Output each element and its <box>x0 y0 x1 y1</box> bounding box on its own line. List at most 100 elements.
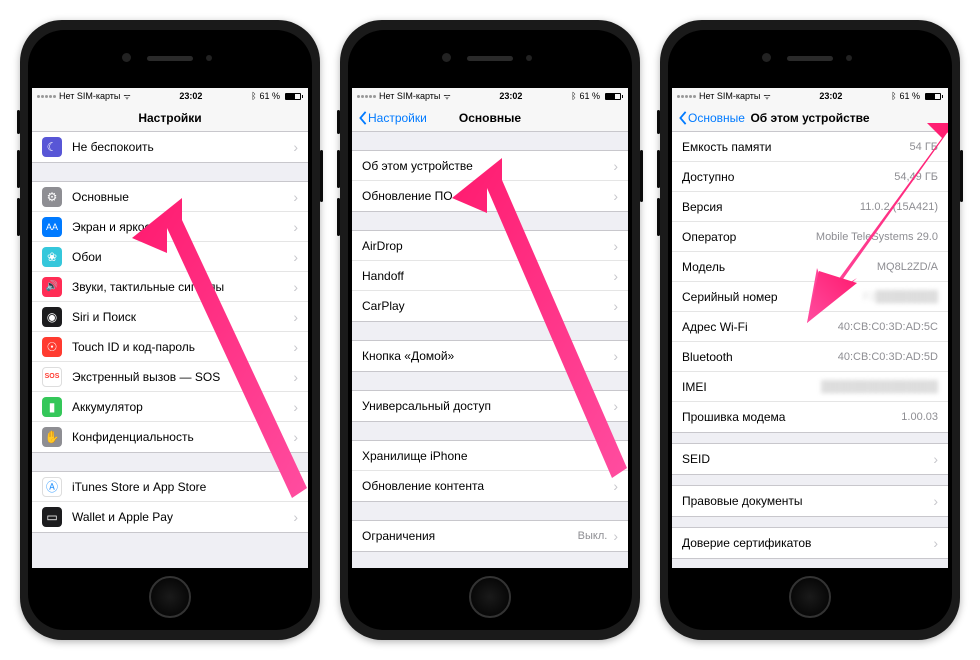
mute-switch <box>337 110 340 134</box>
row-battery[interactable]: ▮ Аккумулятор › <box>32 392 308 422</box>
carrier-text: Нет SIM-карты <box>59 91 120 101</box>
back-button[interactable]: Основные <box>678 111 745 125</box>
screen-3: Нет SIM-карты ᯤ 23:02 ᛒ 61 % Основные <box>672 88 948 568</box>
speaker-grill <box>787 56 833 61</box>
chevron-right-icon: › <box>613 298 618 314</box>
sound-icon: 🔊 <box>42 277 62 297</box>
phone-frame-2: Нет SIM-карты ᯤ 23:02 ᛒ 61 % Настройки <box>340 20 640 640</box>
nav-bar: Настройки Основные <box>352 104 628 132</box>
wifi-icon: ᯤ <box>443 91 450 102</box>
phone-frame-1: Нет SIM-карты ᯤ 23:02 ᛒ 61 % Настройки <box>20 20 320 640</box>
chevron-right-icon: › <box>613 398 618 414</box>
row-wallpaper[interactable]: ❀ Обои › <box>32 242 308 272</box>
settings-list[interactable]: ☾ Не беспокоить › ⚙ Основные › AA <box>32 132 308 568</box>
speaker-grill <box>467 56 513 61</box>
row-handoff[interactable]: Handoff› <box>352 261 628 291</box>
chevron-left-icon <box>358 111 368 125</box>
back-button[interactable]: Настройки <box>358 111 427 125</box>
page-title: Об этом устройстве <box>750 111 869 125</box>
row-touchid[interactable]: ☉ Touch ID и код-пароль › <box>32 332 308 362</box>
chevron-right-icon: › <box>293 189 298 205</box>
wallet-icon: ▭ <box>42 507 62 527</box>
wallpaper-icon: ❀ <box>42 247 62 267</box>
status-bar: Нет SIM-карты ᯤ 23:02 ᛒ 61 % <box>32 88 308 104</box>
row-about[interactable]: Об этом устройстве› <box>352 151 628 181</box>
row-home-button[interactable]: Кнопка «Домой»› <box>352 341 628 371</box>
chevron-right-icon: › <box>293 429 298 445</box>
row-airdrop[interactable]: AirDrop› <box>352 231 628 261</box>
chevron-right-icon: › <box>613 238 618 254</box>
bluetooth-icon: ᛒ <box>891 91 896 101</box>
carrier-text: Нет SIM-карты <box>379 91 440 101</box>
battery-row-icon: ▮ <box>42 397 62 417</box>
chevron-right-icon: › <box>613 158 618 174</box>
row-restrictions[interactable]: ОграниченияВыкл.› <box>352 521 628 551</box>
clock: 23:02 <box>179 91 202 101</box>
chevron-right-icon: › <box>293 339 298 355</box>
power-button <box>320 150 323 202</box>
row-bluetooth-address: Bluetooth40:CB:C0:3D:AD:5D <box>672 342 948 372</box>
power-button <box>640 150 643 202</box>
nav-bar: Настройки <box>32 104 308 132</box>
row-software-update[interactable]: Обновление ПО› <box>352 181 628 211</box>
page-title: Настройки <box>138 111 201 125</box>
phone-frame-3: Нет SIM-карты ᯤ 23:02 ᛒ 61 % Основные <box>660 20 960 640</box>
row-version: Версия11.0.2 (15A421) <box>672 192 948 222</box>
about-list[interactable]: Емкость памяти54 ГБ Доступно54,49 ГБ Вер… <box>672 132 948 568</box>
general-list[interactable]: Об этом устройстве› Обновление ПО› AirDr… <box>352 132 628 568</box>
chevron-right-icon: › <box>293 369 298 385</box>
battery-percent: 61 % <box>259 91 280 101</box>
row-wallet[interactable]: ▭ Wallet и Apple Pay › <box>32 502 308 532</box>
row-sos[interactable]: SOS Экстренный вызов — SOS › <box>32 362 308 392</box>
home-button[interactable] <box>789 576 831 618</box>
row-privacy[interactable]: ✋ Конфиденциальность › <box>32 422 308 452</box>
gear-icon: ⚙ <box>42 187 62 207</box>
row-legal[interactable]: Правовые документы› <box>672 486 948 516</box>
chevron-right-icon: › <box>293 249 298 265</box>
mute-switch <box>657 110 660 134</box>
row-display[interactable]: AA Экран и яркость › <box>32 212 308 242</box>
chevron-right-icon: › <box>933 493 938 509</box>
screen-2: Нет SIM-карты ᯤ 23:02 ᛒ 61 % Настройки <box>352 88 628 568</box>
row-general[interactable]: ⚙ Основные › <box>32 182 308 212</box>
page-title: Основные <box>459 111 521 125</box>
row-wifi-address: Адрес Wi-Fi40:CB:C0:3D:AD:5C <box>672 312 948 342</box>
bluetooth-icon: ᛒ <box>571 91 576 101</box>
battery-icon <box>603 93 623 100</box>
row-accessibility[interactable]: Универсальный доступ› <box>352 391 628 421</box>
row-do-not-disturb[interactable]: ☾ Не беспокоить › <box>32 132 308 162</box>
chevron-right-icon: › <box>613 188 618 204</box>
row-seid[interactable]: SEID› <box>672 444 948 474</box>
chevron-right-icon: › <box>293 479 298 495</box>
chevron-right-icon: › <box>613 528 618 544</box>
siri-icon: ◉ <box>42 307 62 327</box>
chevron-right-icon: › <box>613 268 618 284</box>
sos-icon: SOS <box>42 367 62 387</box>
row-storage[interactable]: Хранилище iPhone› <box>352 441 628 471</box>
row-carplay[interactable]: CarPlay› <box>352 291 628 321</box>
battery-percent: 61 % <box>579 91 600 101</box>
battery-percent: 61 % <box>899 91 920 101</box>
chevron-right-icon: › <box>613 478 618 494</box>
row-cert-trust[interactable]: Доверие сертификатов› <box>672 528 948 558</box>
home-button[interactable] <box>149 576 191 618</box>
row-imei: IMEI███████████████ <box>672 372 948 402</box>
row-siri[interactable]: ◉ Siri и Поиск › <box>32 302 308 332</box>
front-camera <box>122 53 131 62</box>
volume-up-button <box>337 150 340 188</box>
row-background-refresh[interactable]: Обновление контента› <box>352 471 628 501</box>
row-capacity: Емкость памяти54 ГБ <box>672 132 948 162</box>
front-camera <box>762 53 771 62</box>
privacy-icon: ✋ <box>42 427 62 447</box>
wifi-icon: ᯤ <box>763 91 770 102</box>
home-button[interactable] <box>469 576 511 618</box>
row-itunes[interactable]: Ⓐ iTunes Store и App Store › <box>32 472 308 502</box>
bluetooth-icon: ᛒ <box>251 91 256 101</box>
imei-value-blurred: ███████████████ <box>821 381 938 393</box>
chevron-right-icon: › <box>613 448 618 464</box>
battery-icon <box>283 93 303 100</box>
row-sounds[interactable]: 🔊 Звуки, тактильные сигналы › <box>32 272 308 302</box>
proximity-sensor <box>846 55 852 61</box>
volume-down-button <box>657 198 660 236</box>
mute-switch <box>17 110 20 134</box>
